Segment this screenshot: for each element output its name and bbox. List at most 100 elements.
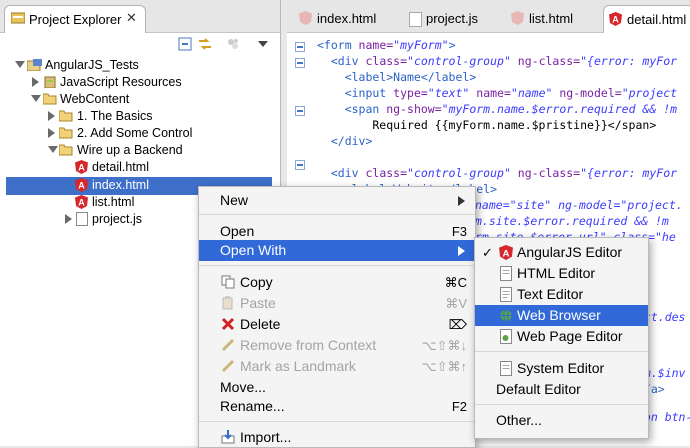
explorer-tab-bar: Project Explorer ✕: [0, 0, 280, 33]
js-file-icon: [409, 12, 422, 27]
project-explorer-tab[interactable]: Project Explorer ✕: [4, 5, 146, 33]
folder-open-icon: [43, 93, 57, 105]
menu-item-rename[interactable]: Rename... F2: [199, 396, 475, 417]
link-with-editor-icon[interactable]: [198, 37, 212, 51]
collapse-all-icon[interactable]: [178, 37, 192, 51]
submenu-item-angularjs-editor[interactable]: ✓ A AngularJS Editor: [475, 242, 648, 263]
tree-label: 1. The Basics: [77, 109, 153, 123]
project-icon: [27, 59, 42, 71]
folder-icon: [59, 110, 73, 122]
menu-item-import[interactable]: Import...: [199, 427, 475, 448]
folder-open-icon: [59, 144, 73, 156]
context-menu: New Open F3 Open With Copy ⌘C Paste ⌘V D…: [198, 186, 476, 448]
tab-project-js[interactable]: project.js: [405, 5, 501, 32]
paste-icon: [222, 296, 233, 310]
submenu-item-html-editor[interactable]: HTML Editor: [475, 263, 648, 284]
folder-icon: [59, 127, 73, 139]
menu-item-delete[interactable]: Delete ⌦: [199, 314, 475, 335]
text-file-icon: [500, 287, 512, 302]
code-line: <span ng-show="myForm.name.$error.requir…: [317, 102, 678, 116]
code-line: <input type="text" name="name" ng-model=…: [317, 86, 678, 100]
tree-item-js-resources[interactable]: JavaScript Resources: [0, 74, 280, 91]
angular-file-icon: A: [75, 160, 88, 174]
checkmark-icon: ✓: [482, 245, 493, 260]
submenu-item-web-page-editor[interactable]: Web Page Editor: [475, 326, 648, 347]
tree-item-project[interactable]: AngularJS_Tests: [0, 57, 280, 74]
menu-item-copy[interactable]: Copy ⌘C: [199, 272, 475, 293]
tree-item-detail-html[interactable]: A detail.html: [0, 159, 280, 176]
menu-separator: [199, 265, 475, 266]
remove-context-icon: [221, 338, 235, 352]
expand-icon[interactable]: [15, 61, 25, 68]
code-line: m.site.$error.required && !m: [475, 214, 669, 228]
tab-label: index.html: [317, 11, 377, 26]
expand-icon[interactable]: [65, 214, 72, 224]
tab-label: project.js: [426, 11, 479, 26]
submenu-item-web-browser[interactable]: Web Browser: [475, 305, 648, 326]
tab-list-html[interactable]: list.html: [507, 5, 599, 32]
code-line: <form name="myForm">: [317, 38, 456, 52]
submenu-item-text-editor[interactable]: Text Editor: [475, 284, 648, 305]
code-line: Required {{myForm.name.$pristine}}</span…: [317, 118, 657, 132]
menu-separator: [475, 351, 648, 352]
expand-icon[interactable]: [48, 128, 55, 138]
angular-file-icon: [299, 11, 312, 25]
expand-icon[interactable]: [31, 95, 41, 102]
code-line: <label>Name</label>: [317, 70, 477, 84]
tree-label: Wire up a Backend: [77, 143, 183, 157]
submenu-arrow-icon: [458, 246, 465, 256]
menu-separator: [199, 214, 475, 215]
code-line: name="site" ng-model="project.: [475, 198, 683, 212]
submenu-item-default-editor[interactable]: Default Editor: [475, 379, 648, 400]
web-page-editor-icon: [500, 329, 512, 344]
menu-item-new[interactable]: New: [199, 190, 475, 211]
landmark-icon: [221, 359, 235, 373]
expand-icon[interactable]: [32, 77, 39, 87]
fold-icon[interactable]: [295, 104, 305, 116]
code-line: </div>: [317, 134, 373, 148]
tree-label: project.js: [92, 212, 143, 226]
fold-icon[interactable]: [295, 56, 305, 68]
system-file-icon: [500, 361, 512, 376]
menu-item-open[interactable]: Open F3: [199, 221, 475, 242]
svg-text:A: A: [612, 15, 619, 25]
svg-text:A: A: [78, 181, 85, 191]
angular-file-icon: A: [609, 12, 622, 26]
angular-file-icon: A: [75, 178, 88, 192]
tree-item-folder-backend[interactable]: Wire up a Backend: [0, 142, 280, 159]
submenu-item-other[interactable]: Other...: [475, 410, 648, 431]
view-menu-chevron-icon[interactable]: [258, 41, 268, 47]
menu-separator: [199, 421, 475, 422]
svg-text:A: A: [503, 248, 510, 259]
menu-item-move[interactable]: Move...: [199, 377, 475, 398]
expand-icon[interactable]: [48, 146, 58, 153]
tree-item-folder-control[interactable]: 2. Add Some Control: [0, 125, 280, 142]
tree-label: list.html: [92, 195, 135, 209]
fold-icon[interactable]: [295, 40, 305, 52]
copy-icon: [221, 275, 235, 289]
tree-label: index.html: [92, 178, 149, 192]
svg-text:A: A: [78, 163, 85, 173]
tab-detail-html[interactable]: A detail.html: [603, 5, 690, 33]
menu-item-remove-from-context[interactable]: Remove from Context ⌥⇧⌘↓: [199, 335, 475, 356]
delete-icon: [221, 317, 235, 331]
close-icon[interactable]: ✕: [126, 10, 137, 26]
code-line: <div class="control-group" ng-class="{er…: [317, 54, 678, 68]
submenu-item-system-editor[interactable]: System Editor: [475, 358, 648, 379]
menu-item-mark-landmark[interactable]: Mark as Landmark ⌥⇧⌘↑: [199, 356, 475, 377]
editor-tab-bar: index.html project.js list.html A detail…: [287, 0, 690, 33]
expand-icon[interactable]: [48, 111, 55, 121]
tree-item-webcontent[interactable]: WebContent: [0, 91, 280, 108]
tab-index-html[interactable]: index.html: [293, 5, 401, 32]
code-line: <div class="control-group" ng-class="{er…: [317, 166, 678, 180]
open-with-submenu: ✓ A AngularJS Editor HTML Editor Text Ed…: [474, 237, 649, 439]
tree-label: WebContent: [60, 92, 130, 106]
tree-label: 2. Add Some Control: [77, 126, 193, 140]
focus-task-icon[interactable]: [226, 37, 240, 51]
menu-item-paste[interactable]: Paste ⌘V: [199, 293, 475, 314]
tree-item-folder-basics[interactable]: 1. The Basics: [0, 108, 280, 125]
menu-item-open-with[interactable]: Open With: [199, 240, 475, 261]
fold-icon[interactable]: [295, 158, 305, 170]
import-icon: [221, 430, 235, 444]
tree-label: JavaScript Resources: [60, 75, 182, 89]
